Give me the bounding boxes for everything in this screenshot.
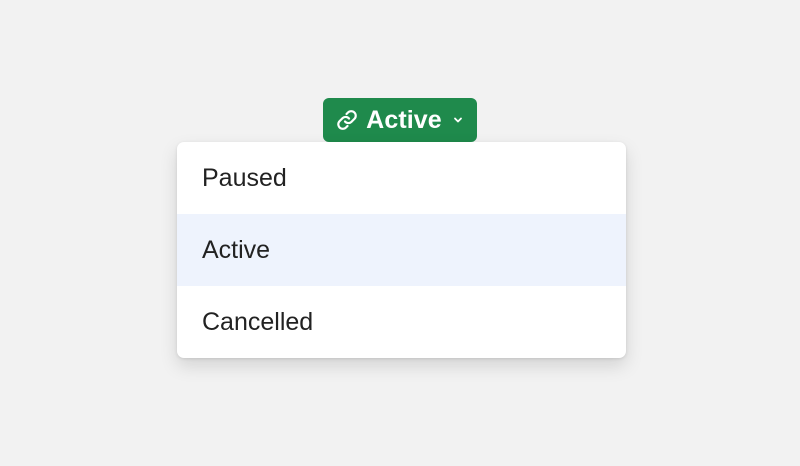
option-paused[interactable]: Paused xyxy=(177,142,626,214)
status-dropdown-menu: Paused Active Cancelled xyxy=(177,142,626,358)
option-label: Cancelled xyxy=(202,307,314,336)
option-label: Paused xyxy=(202,163,287,192)
link-icon xyxy=(335,108,359,132)
option-active[interactable]: Active xyxy=(177,214,626,286)
status-dropdown-button[interactable]: Active xyxy=(323,98,477,142)
option-cancelled[interactable]: Cancelled xyxy=(177,286,626,358)
status-button-label: Active xyxy=(366,105,442,134)
chevron-down-icon xyxy=(451,113,465,127)
option-label: Active xyxy=(202,235,271,264)
